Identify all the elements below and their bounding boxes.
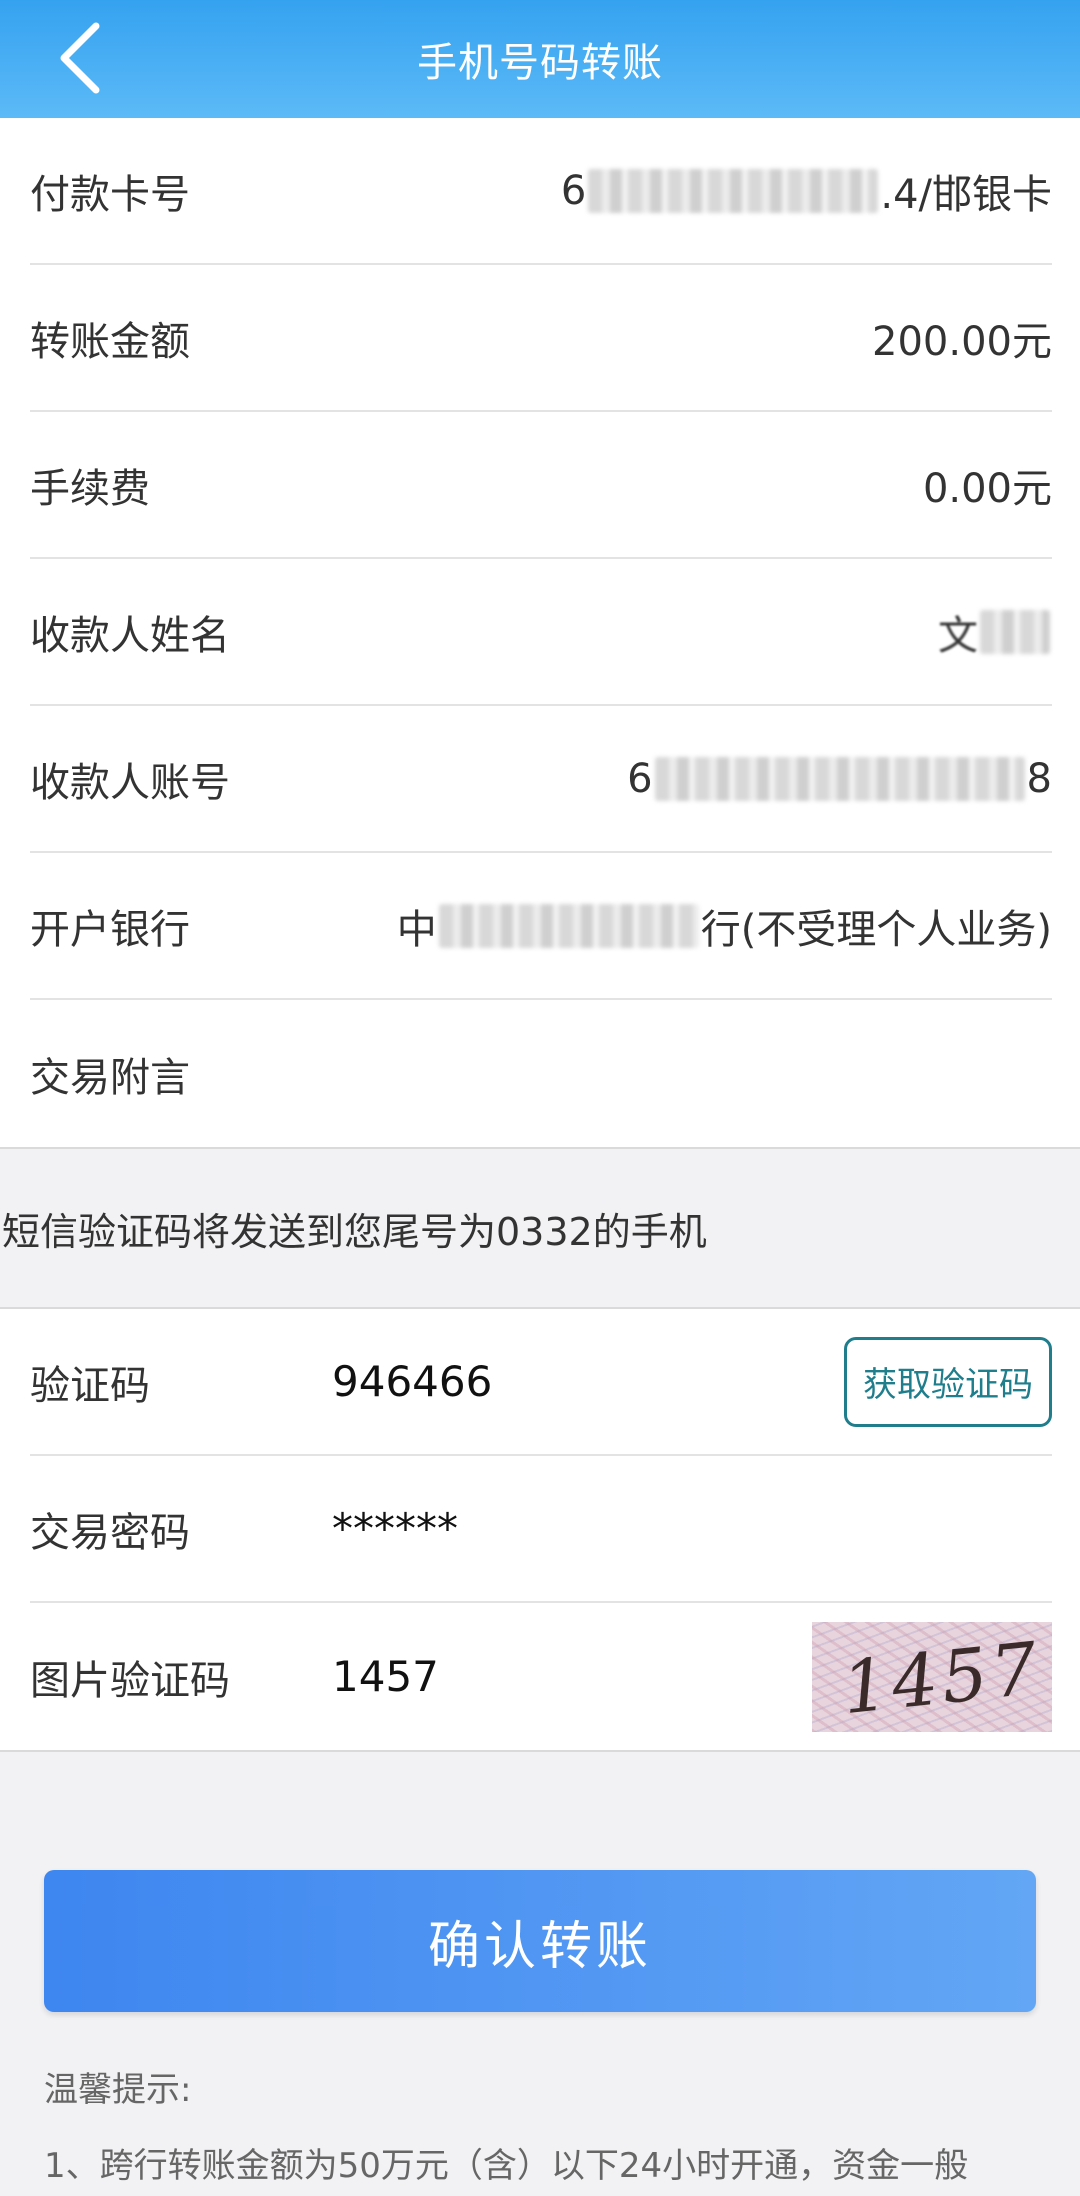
- payee-account-prefix: 6: [627, 755, 653, 802]
- payment-card-value: 6 .4/邯银卡: [561, 162, 1052, 220]
- payment-card-suffix: .4/邯银卡: [880, 171, 1052, 218]
- bank-row: 开户银行 中 行(不受理个人业务): [30, 853, 1052, 1000]
- remark-label: 交易附言: [30, 1054, 190, 1101]
- payee-name-prefix: 文: [938, 612, 978, 659]
- password-label: 交易密码: [30, 1509, 190, 1556]
- payee-account-row: 收款人账号 6 8: [30, 706, 1052, 853]
- sms-code-row: 验证码 946466 获取验证码: [30, 1309, 1052, 1456]
- masked-account-number: [654, 756, 1025, 801]
- chevron-left-icon: [60, 22, 100, 94]
- payment-card-row[interactable]: 付款卡号 6 .4/邯银卡: [30, 118, 1052, 265]
- remark-row[interactable]: 交易附言: [30, 1000, 1052, 1147]
- bank-suffix: 行(不受理个人业务): [700, 906, 1052, 953]
- captcha-text: 1457: [838, 1625, 1046, 1730]
- back-button[interactable]: [50, 22, 110, 94]
- page-title: 手机号码转账: [417, 40, 663, 86]
- tips-title: 温馨提示:: [44, 2070, 192, 2110]
- image-code-row: 图片验证码 1457 1457: [30, 1603, 1052, 1750]
- bank-label: 开户银行: [30, 906, 190, 953]
- payee-name-row: 收款人姓名 文: [30, 559, 1052, 706]
- tips-line: 1、跨行转账金额为50万元（含）以下24小时开通，资金一般: [44, 2146, 969, 2186]
- payment-card-prefix: 6: [560, 167, 587, 214]
- amount-label: 转账金额: [30, 318, 190, 365]
- fee-value: 0.00元: [922, 465, 1052, 512]
- bank-prefix: 中: [396, 906, 437, 953]
- masked-payee-name: [980, 609, 1050, 654]
- transfer-details: 付款卡号 6 .4/邯银卡 转账金额 200.00元 手续费 0.00元 收款人…: [0, 118, 1080, 1149]
- sms-code-input[interactable]: 946466: [332, 1357, 844, 1406]
- amount-row: 转账金额 200.00元: [30, 265, 1052, 412]
- app-header: 手机号码转账: [0, 0, 1080, 118]
- sms-code-label: 验证码: [30, 1362, 150, 1409]
- payee-account-value: 6 8: [627, 756, 1052, 802]
- image-code-input[interactable]: 1457: [332, 1652, 812, 1701]
- fee-label: 手续费: [30, 465, 150, 512]
- tips-section: 温馨提示: 1、跨行转账金额为50万元（含）以下24小时开通，资金一般: [0, 2012, 1080, 2193]
- payment-card-label: 付款卡号: [30, 171, 190, 218]
- password-row: 交易密码 ******: [30, 1456, 1052, 1603]
- get-code-button[interactable]: 获取验证码: [844, 1336, 1052, 1427]
- image-code-label: 图片验证码: [30, 1657, 230, 1704]
- confirm-transfer-button[interactable]: 确认转账: [44, 1870, 1036, 2012]
- payee-name-value: 文: [938, 603, 1052, 661]
- fee-row: 手续费 0.00元: [30, 412, 1052, 559]
- sms-notice: 短信验证码将发送到您尾号为0332的手机: [0, 1149, 1080, 1309]
- verification-section: 验证码 946466 获取验证码 交易密码 ****** 图片验证码 1457 …: [0, 1309, 1080, 1752]
- bank-value: 中 行(不受理个人业务): [397, 897, 1052, 955]
- payee-name-label: 收款人姓名: [30, 612, 230, 659]
- masked-bank-name: [438, 903, 699, 948]
- password-input[interactable]: ******: [332, 1504, 1052, 1553]
- masked-card-number: [588, 168, 879, 213]
- payee-account-suffix: 8: [1026, 755, 1052, 802]
- payee-account-label: 收款人账号: [30, 759, 230, 806]
- confirm-wrap: 确认转账: [0, 1752, 1080, 2012]
- captcha-image[interactable]: 1457: [812, 1621, 1052, 1732]
- amount-value: 200.00元: [872, 318, 1052, 365]
